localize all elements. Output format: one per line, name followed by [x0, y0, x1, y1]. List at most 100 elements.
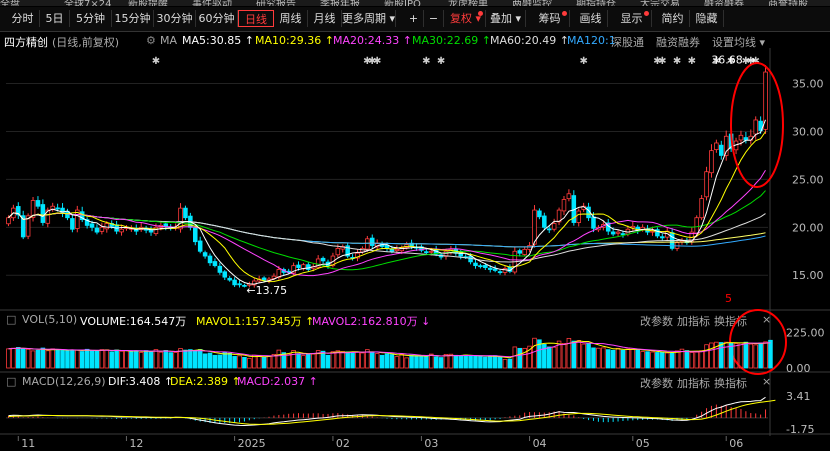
candle-body	[620, 233, 626, 236]
volume-bar	[443, 353, 449, 369]
volume-bar	[404, 357, 409, 369]
candle-body	[660, 236, 665, 239]
candle-body	[35, 200, 41, 207]
x-tick-label: 2025	[238, 437, 266, 450]
volume-bar	[84, 348, 90, 369]
volume-bar	[709, 342, 714, 369]
volume-bar	[419, 355, 424, 369]
volume-bar	[694, 351, 699, 369]
volume-bar	[35, 349, 41, 369]
volume-bar	[409, 354, 414, 369]
candle-body	[153, 226, 159, 235]
volume-bar	[45, 350, 51, 369]
volume-bar	[153, 349, 159, 369]
candle-body	[546, 228, 552, 231]
volume-bar	[487, 356, 493, 369]
vol-tick-label: 225.00	[786, 326, 825, 339]
event-marker-icon: ✱	[579, 56, 587, 67]
ma20-line	[8, 169, 766, 277]
volume-bar	[517, 347, 523, 369]
x-tick-label: 04	[533, 437, 547, 450]
candle-body	[753, 119, 758, 135]
volume-bar	[586, 343, 591, 369]
volume-bar	[65, 350, 70, 369]
candle-body	[40, 204, 46, 223]
volume-bar	[207, 352, 213, 369]
candle-body	[704, 171, 709, 198]
volume-bar	[89, 350, 95, 369]
event-marker-icon: ✱	[688, 56, 696, 67]
candle-body	[743, 137, 749, 141]
volume-bar	[99, 349, 105, 369]
volume-bar	[75, 349, 80, 369]
volume-bar	[306, 353, 311, 369]
volume-bar	[104, 349, 110, 369]
volume-bar	[483, 356, 488, 369]
volume-bar	[310, 353, 316, 369]
volume-bar	[109, 351, 114, 369]
volume-bar	[591, 347, 596, 369]
candle-body	[615, 231, 621, 234]
ma60-line	[8, 212, 766, 263]
volume-bar	[129, 351, 134, 369]
ma10-line	[8, 131, 766, 283]
volume-bar	[473, 355, 478, 369]
volume-bar	[650, 351, 655, 369]
candle-body	[719, 144, 724, 156]
volume-bar	[625, 348, 631, 369]
volume-bar	[369, 351, 375, 369]
volume-bar	[763, 341, 768, 369]
volume-bar	[227, 352, 232, 369]
volume-bar	[428, 353, 434, 369]
volume-bar	[414, 355, 419, 369]
candle-body	[497, 271, 503, 274]
volume-bar	[355, 351, 360, 369]
volume-bar	[247, 357, 252, 369]
volume-bar	[60, 350, 65, 369]
y-tick-label: 15.00	[792, 269, 824, 282]
volume-bar	[143, 350, 149, 369]
candle-body	[104, 223, 110, 230]
volume-bar	[576, 340, 581, 369]
volume-bar	[50, 348, 55, 369]
volume-bar	[119, 350, 124, 369]
volume-bar	[664, 352, 670, 369]
volume-bar	[379, 354, 385, 369]
candle-body	[487, 267, 493, 270]
candle-body	[522, 248, 527, 255]
volume-bar	[335, 350, 341, 369]
volume-bar	[438, 357, 444, 369]
stock-chart: 35.0030.0025.0020.0015.00✱ ✱✱✱ ✱ ✱ ✱ ✱✱ ✱ ✱ ✱ ✱ ✱✱…	[0, 48, 830, 450]
candle-body	[193, 227, 198, 243]
volume-bar	[719, 342, 724, 369]
volume-bar	[458, 355, 464, 369]
volume-bar	[399, 353, 405, 369]
candle-body	[714, 142, 719, 150]
volume-bar	[168, 352, 173, 369]
volume-bar	[55, 349, 60, 369]
candle-body	[561, 199, 567, 212]
volume-bar	[173, 352, 178, 369]
candle-body	[478, 265, 483, 268]
volume-bar	[704, 344, 709, 369]
volume-bar	[758, 342, 763, 369]
volume-bar	[340, 351, 346, 369]
volume-bar	[723, 341, 729, 369]
volume-bar	[124, 350, 129, 369]
candle-body	[89, 223, 95, 228]
volume-bar	[148, 351, 154, 369]
volume-bar	[222, 352, 228, 369]
volume-bar	[389, 354, 395, 369]
volume-bar	[202, 353, 208, 369]
candle-body	[566, 193, 572, 200]
volume-bar	[11, 347, 16, 369]
event-marker-icon: ✱	[152, 56, 160, 67]
candle-body	[237, 283, 242, 286]
macd-tick-label: -1.75	[786, 423, 814, 436]
volume-bar	[325, 354, 331, 369]
high-price-label: 36.68 →	[711, 54, 755, 67]
volume-bar	[30, 350, 36, 369]
highlight-ellipse	[729, 309, 787, 375]
candle-body	[94, 227, 100, 233]
event-marker-icon: ✱	[437, 56, 445, 67]
